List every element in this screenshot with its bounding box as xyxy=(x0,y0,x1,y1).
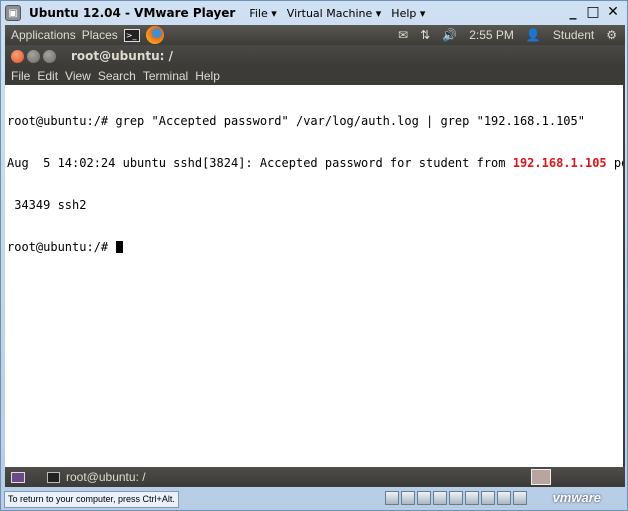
terminal-menu-terminal[interactable]: Terminal xyxy=(143,69,188,83)
text-cursor xyxy=(116,241,124,253)
terminal-line-result: Aug 5 14:02:24 ubuntu sshd[3824]: Accept… xyxy=(7,156,623,170)
terminal-task-icon xyxy=(47,471,60,483)
ubuntu-guest-screen: Applications Places >_ ✉ ⇅ 🔊 2:55 PM 👤 S… xyxy=(5,25,625,487)
usb-icon[interactable] xyxy=(449,491,463,505)
user-icon: 👤 xyxy=(525,28,541,42)
highlighted-ip: 192.168.1.105 xyxy=(512,156,607,170)
vmware-menu: File ▾ Virtual Machine ▾ Help ▾ xyxy=(249,7,425,20)
terminal-close-icon[interactable] xyxy=(11,49,24,63)
mail-icon[interactable]: ✉ xyxy=(398,28,408,42)
hard-disk-icon[interactable] xyxy=(385,491,399,505)
volume-icon[interactable]: 🔊 xyxy=(442,28,457,42)
terminal-menubar: File Edit View Search Terminal Help xyxy=(5,67,625,85)
terminal-menu-view[interactable]: View xyxy=(65,69,91,83)
vm-device-icons xyxy=(385,491,527,505)
cd-drive-icon[interactable] xyxy=(401,491,415,505)
prompt-text: root@ubuntu:/# xyxy=(7,240,116,254)
close-button[interactable]: ✕ xyxy=(605,3,621,21)
network-adapter-icon[interactable] xyxy=(433,491,447,505)
terminal-line-wrap: 34349 ssh2 xyxy=(7,198,87,212)
show-desktop-icon[interactable] xyxy=(11,471,25,483)
result-text-port: port xyxy=(613,156,623,170)
ubuntu-top-panel: Applications Places >_ ✉ ⇅ 🔊 2:55 PM 👤 S… xyxy=(5,25,625,45)
terminal-menu-edit[interactable]: Edit xyxy=(37,69,58,83)
system-tray: ✉ ⇅ 🔊 2:55 PM 👤 Student ⚙ xyxy=(398,25,617,45)
ubuntu-bottom-panel: root@ubuntu: / xyxy=(5,467,625,487)
terminal-launcher-icon[interactable]: >_ xyxy=(123,28,140,42)
vmware-menu-file[interactable]: File ▾ xyxy=(249,7,276,20)
terminal-menu-help[interactable]: Help xyxy=(195,69,220,83)
minimize-button[interactable]: _ xyxy=(565,3,581,21)
result-text: Aug 5 14:02:24 ubuntu sshd[3824]: Accept… xyxy=(7,156,513,170)
terminal-output[interactable]: root@ubuntu:/# grep "Accepted password" … xyxy=(5,85,623,467)
sound-icon[interactable] xyxy=(465,491,479,505)
terminal-minimize-icon[interactable] xyxy=(27,49,40,63)
taskbar-terminal-button[interactable]: root@ubuntu: / xyxy=(41,468,152,486)
settings-icon[interactable]: ⚙ xyxy=(606,28,617,42)
display-icon[interactable] xyxy=(497,491,511,505)
vmware-window-controls: _ □ ✕ xyxy=(565,3,621,21)
floppy-icon[interactable] xyxy=(417,491,431,505)
clock[interactable]: 2:55 PM xyxy=(469,28,514,42)
vmware-menu-virtual-machine[interactable]: Virtual Machine ▾ xyxy=(287,7,382,20)
firefox-icon[interactable] xyxy=(145,26,164,44)
workspace-switcher-icon[interactable] xyxy=(531,469,551,485)
network-icon[interactable]: ⇅ xyxy=(420,28,430,42)
device-icon[interactable] xyxy=(513,491,527,505)
terminal-menu-search[interactable]: Search xyxy=(98,69,136,83)
terminal-titlebar: root@ubuntu: / xyxy=(5,45,625,67)
vmware-window: ▣ Ubuntu 12.04 - VMware Player File ▾ Vi… xyxy=(0,0,628,511)
terminal-maximize-icon[interactable] xyxy=(43,49,56,63)
release-input-hint: To return to your computer, press Ctrl+A… xyxy=(4,490,179,508)
applications-menu[interactable]: Applications xyxy=(11,28,76,42)
terminal-menu-file[interactable]: File xyxy=(11,69,30,83)
vmware-status-bar: To return to your computer, press Ctrl+A… xyxy=(1,488,627,510)
terminal-window-title: root@ubuntu: / xyxy=(71,49,173,63)
vmware-title: Ubuntu 12.04 - VMware Player xyxy=(29,6,236,20)
vmware-player-icon: ▣ xyxy=(5,5,21,21)
places-menu[interactable]: Places xyxy=(82,28,118,42)
vmware-titlebar: ▣ Ubuntu 12.04 - VMware Player File ▾ Vi… xyxy=(1,1,627,25)
vmware-menu-help[interactable]: Help ▾ xyxy=(391,7,425,20)
restore-button[interactable]: □ xyxy=(585,3,601,21)
terminal-line-prompt: root@ubuntu:/# xyxy=(7,240,621,254)
terminal-line-command: root@ubuntu:/# grep "Accepted password" … xyxy=(7,114,585,128)
printer-icon[interactable] xyxy=(481,491,495,505)
vmware-brand-logo: vmware xyxy=(552,490,601,505)
user-menu[interactable]: Student xyxy=(553,28,594,42)
taskbar-terminal-label: root@ubuntu: / xyxy=(66,470,146,484)
